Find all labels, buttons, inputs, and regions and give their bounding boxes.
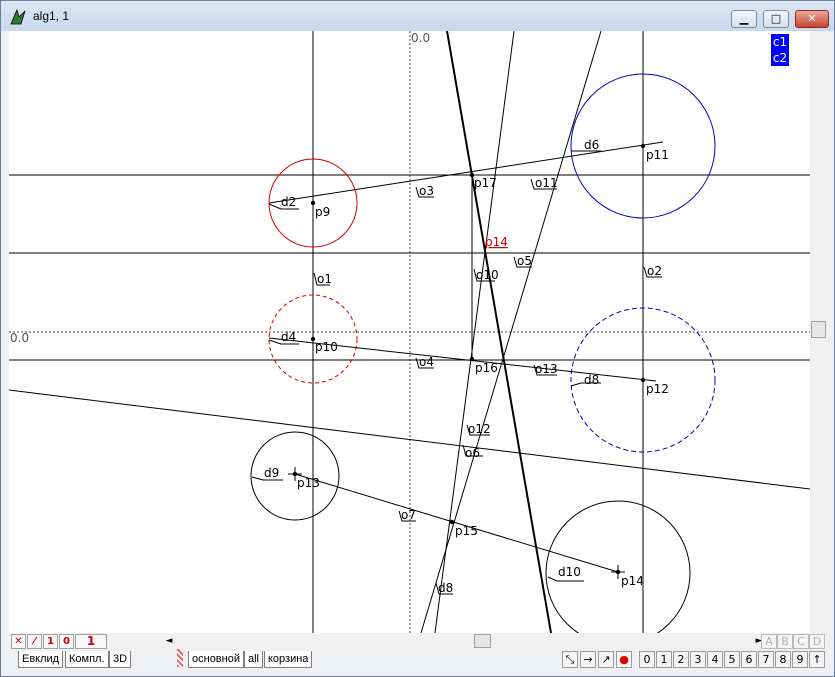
label-d8: d8 [584,373,599,387]
label-p10: p10 [315,340,338,354]
digit-button-9[interactable]: 9 [792,651,808,668]
label-o4: o4 [419,355,434,369]
point-p15[interactable] [449,519,455,525]
resize-tool-icon[interactable]: ↗ [598,651,614,668]
up-arrow-button[interactable]: ↑ [809,651,825,668]
button-d[interactable]: D [809,634,825,649]
digit-button-4[interactable]: 4 [707,651,723,668]
label-p12: p12 [646,382,669,396]
digit-button-5[interactable]: 5 [724,651,740,668]
label-p15: p15 [455,524,478,538]
button-b[interactable]: B [777,634,793,649]
legend-c2[interactable]: c2 [771,50,789,66]
tab-main[interactable]: основной [188,651,244,668]
label-d2: d2 [281,195,296,209]
window-title: alg1, 1 [33,9,70,23]
horizontal-scroll-thumb[interactable] [474,634,491,648]
label-o2: o2 [647,264,662,278]
digit-button-8[interactable]: 8 [775,651,791,668]
legend-c1[interactable]: c1 [771,34,789,50]
scroll-left-arrow[interactable]: ◄ [161,633,177,649]
arrow-tool-icon[interactable]: → [580,651,596,668]
tab-3d[interactable]: 3D [109,651,132,668]
label-d8-lower: d8 [438,581,453,595]
point-p11[interactable] [640,143,646,149]
label-p17: p17 [474,176,497,190]
point-p16[interactable] [469,356,475,362]
status-scroll-bar: ✕ ⁄ 1 0 1 ◄ ► A B C D [9,633,827,649]
label-p11: p11 [646,148,669,162]
digit-button-0[interactable]: 0 [639,651,655,668]
title-bar: alg1, 1 ▁ □ ✕ [1,1,834,31]
label-o10: o10 [476,268,499,282]
label-o7: o7 [401,508,416,522]
label-d10: d10 [558,565,581,579]
label-o1: o1 [317,272,332,286]
point-p12[interactable] [640,377,646,383]
record-icon[interactable]: ● [616,651,632,668]
label-o6: o6 [465,446,480,460]
segment-o7[interactable] [294,473,619,573]
digit-button-7[interactable]: 7 [758,651,774,668]
label-p9: p9 [315,205,330,219]
tab-trash[interactable]: корзина [264,651,313,668]
label-p16: p16 [475,361,498,375]
geometry-drawing: d2 p9 o3 p17 o11 d6 p11 p14 o10 o5 o1 o2… [9,31,810,633]
label-o12: o12 [468,422,491,436]
label-o13: o13 [535,362,558,376]
tab-bar: Евклид Компл. 3D основной all корзина ⤡ … [1,649,834,676]
status-number: 1 [75,634,107,649]
close-button[interactable]: ✕ [795,10,829,28]
digit-button-6[interactable]: 6 [741,651,757,668]
tab-all[interactable]: all [244,651,264,668]
label-o3: o3 [419,184,434,198]
digit-button-3[interactable]: 3 [690,651,706,668]
segment-tool-icon[interactable]: ⤡ [562,651,578,668]
vertical-scrollbar[interactable] [810,31,827,633]
clear-icon[interactable]: ✕ [11,634,26,649]
button-c[interactable]: C [793,634,809,649]
digit-button-2[interactable]: 2 [673,651,689,668]
digit-button-1[interactable]: 1 [656,651,672,668]
tab-complex[interactable]: Компл. [65,651,109,668]
label-p14: p14 [621,574,644,588]
axis-zero-top: 0.0 [411,31,430,45]
points [292,143,646,575]
one-toggle[interactable]: 1 [43,634,58,649]
tab-separator-hatch [177,649,183,667]
segment-o3[interactable] [268,141,664,204]
label-d4: d4 [281,330,296,344]
zero-toggle[interactable]: 0 [59,634,74,649]
app-icon [10,8,26,25]
slash-icon[interactable]: ⁄ [27,634,42,649]
label-o5: o5 [517,254,532,268]
label-p14-red: p14 [485,235,508,249]
label-o11: o11 [535,176,558,190]
vertical-scroll-thumb[interactable] [811,321,826,338]
label-d6: d6 [584,138,599,152]
horizontal-scroll-track[interactable] [177,633,751,649]
axis-zero-left: 0.0 [10,331,29,345]
labels: d2 p9 o3 p17 o11 d6 p11 p14 o10 o5 o1 o2… [264,138,669,595]
app-window: alg1, 1 ▁ □ ✕ d2 p9 o3 p17 o11 d6 p11 p1… [0,0,835,677]
button-a[interactable]: A [761,634,777,649]
tab-euclid[interactable]: Евклид [18,651,64,668]
label-p13: p13 [297,476,320,490]
label-d9: d9 [264,466,279,480]
circle-legend: c1 c2 [771,34,789,66]
drawing-canvas[interactable]: d2 p9 o3 p17 o11 d6 p11 p14 o10 o5 o1 o2… [9,31,810,633]
maximize-button[interactable]: □ [763,10,789,28]
minimize-button[interactable]: ▁ [731,10,757,28]
